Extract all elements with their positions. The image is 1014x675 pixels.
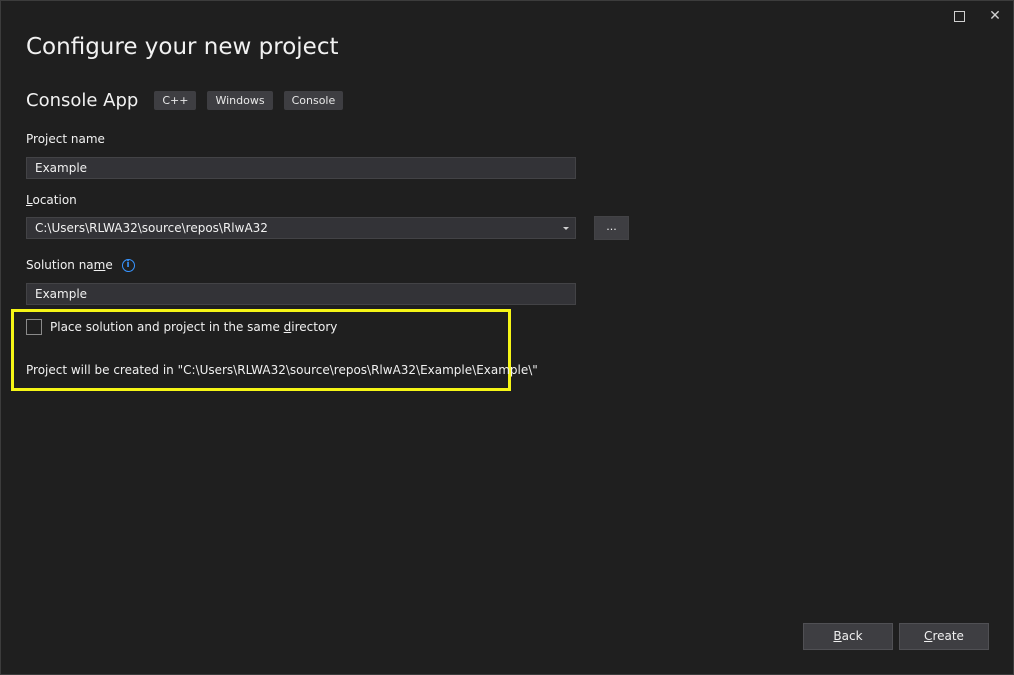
page-title: Configure your new project bbox=[26, 34, 339, 60]
same-directory-checkbox[interactable] bbox=[26, 319, 42, 335]
template-name: Console App bbox=[26, 90, 139, 111]
close-icon: ✕ bbox=[989, 8, 1001, 24]
project-location-info: Project will be created in "C:\Users\RLW… bbox=[26, 363, 538, 377]
window-controls: ✕ bbox=[941, 1, 1013, 31]
project-name-input[interactable]: Example bbox=[26, 157, 576, 179]
maximize-button[interactable] bbox=[941, 1, 977, 31]
info-icon[interactable]: i bbox=[121, 259, 135, 272]
tag-language: C++ bbox=[154, 91, 197, 110]
tag-platform: Windows bbox=[207, 91, 273, 110]
close-button[interactable]: ✕ bbox=[977, 1, 1013, 31]
same-directory-option[interactable]: Place solution and project in the same d… bbox=[26, 319, 337, 335]
location-value: C:\Users\RLWA32\source\repos\RlwA32 bbox=[35, 221, 268, 235]
dialog-window: ✕ Configure your new project Console App… bbox=[0, 0, 1014, 675]
chevron-down-icon[interactable] bbox=[563, 227, 569, 230]
same-directory-label: Place solution and project in the same d… bbox=[50, 320, 338, 334]
maximize-icon bbox=[953, 10, 965, 22]
location-label: Location bbox=[26, 193, 77, 207]
create-button[interactable]: Create bbox=[899, 623, 989, 650]
browse-location-button[interactable]: ... bbox=[594, 216, 629, 240]
template-header: Console App C++ Windows Console bbox=[26, 90, 354, 111]
back-button[interactable]: Back bbox=[803, 623, 893, 650]
location-combobox[interactable]: C:\Users\RLWA32\source\repos\RlwA32 bbox=[26, 217, 576, 239]
solution-name-input[interactable]: Example bbox=[26, 283, 576, 305]
project-name-label: Project name bbox=[26, 132, 105, 146]
tag-project-type: Console bbox=[283, 91, 344, 110]
solution-name-label: Solution name i bbox=[26, 258, 135, 272]
